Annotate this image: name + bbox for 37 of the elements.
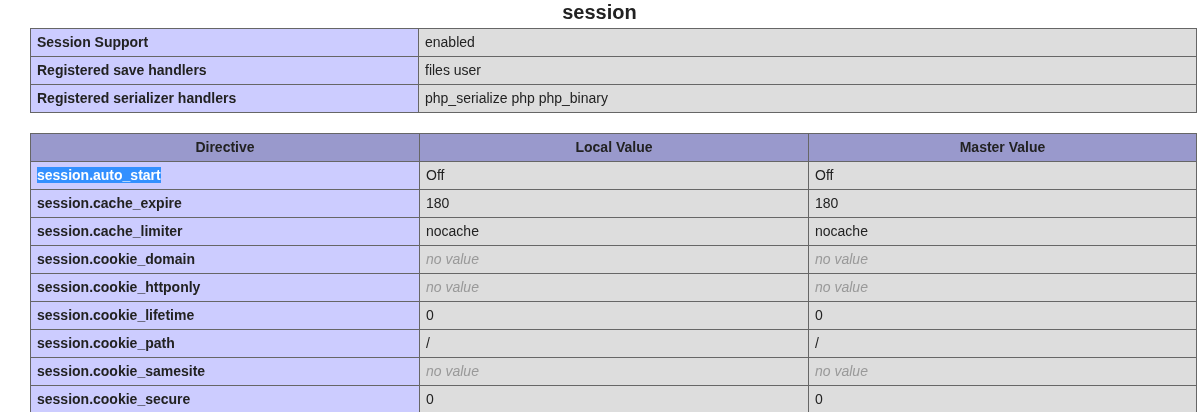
column-header: Master Value <box>808 133 1197 162</box>
column-header: Local Value <box>419 133 809 162</box>
directive-name: session.cache_expire <box>37 195 182 211</box>
directive-name: session.cookie_lifetime <box>37 307 195 323</box>
local-value: 0 <box>419 385 809 412</box>
setting-value: php_serialize php php_binary <box>418 84 1197 113</box>
master-value: 180 <box>808 189 1197 218</box>
column-header: Directive <box>30 133 420 162</box>
directive-name: session.auto_start <box>37 167 161 183</box>
local-value: 0 <box>419 301 809 330</box>
section-heading: session <box>562 0 637 23</box>
local-value: no value <box>419 245 809 274</box>
local-value: 180 <box>419 189 809 218</box>
master-value: nocache <box>808 217 1197 246</box>
setting-label: Registered serializer handlers <box>30 84 419 113</box>
local-value: Off <box>419 161 809 190</box>
directive-name: session.cookie_httponly <box>37 279 201 295</box>
local-value: no value <box>419 273 809 302</box>
local-value: / <box>419 329 809 358</box>
directive-name: session.cookie_samesite <box>37 363 206 379</box>
master-value: 0 <box>808 301 1197 330</box>
directive-name: session.cookie_domain <box>37 251 195 267</box>
directive-name: session.cache_limiter <box>37 223 183 239</box>
master-value: no value <box>808 245 1197 274</box>
setting-label: Registered save handlers <box>30 56 419 85</box>
directive-name: session.cookie_secure <box>37 391 191 407</box>
local-value: nocache <box>419 217 809 246</box>
setting-label: Session Support <box>30 28 419 57</box>
master-value: no value <box>808 273 1197 302</box>
master-value: 0 <box>808 385 1197 412</box>
setting-value: enabled <box>418 28 1197 57</box>
master-value: Off <box>808 161 1197 190</box>
master-value: / <box>808 329 1197 358</box>
directive-name: session.cookie_path <box>37 335 175 351</box>
local-value: no value <box>419 357 809 386</box>
master-value: no value <box>808 357 1197 386</box>
setting-value: files user <box>418 56 1197 85</box>
